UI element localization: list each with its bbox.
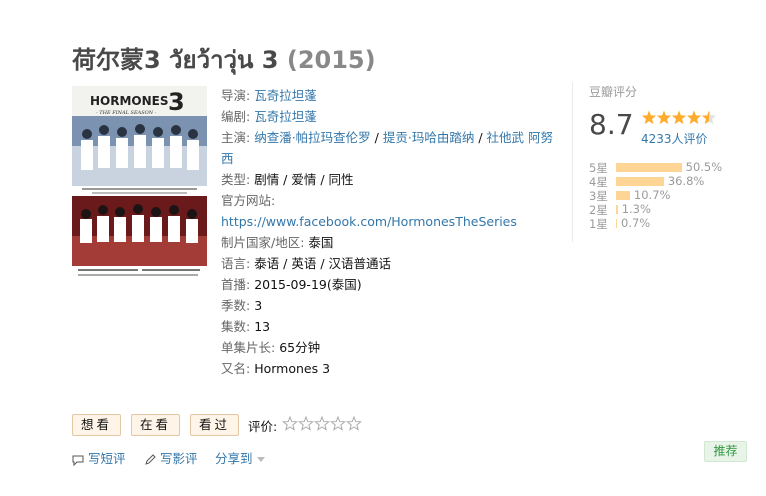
rate-stars[interactable] — [282, 416, 364, 432]
cast-separator: / — [474, 130, 487, 145]
genre-row: 类型: 剧情 / 爱情 / 同性 — [221, 169, 561, 190]
empty-star-icon[interactable] — [282, 416, 298, 431]
episodes-label: 集数: — [221, 319, 251, 334]
watching-button[interactable]: 在看 — [131, 414, 180, 436]
star-icon — [641, 110, 657, 125]
cast-row: 主演: 纳查潘·帕拉玛查伦罗 / 提贡·玛哈由踏纳 / 社他武 阿努西 — [221, 127, 561, 169]
runtime-label: 单集片长: — [221, 340, 276, 355]
seasons-value: 3 — [254, 298, 263, 313]
distribution-bar — [616, 177, 664, 186]
recommend-button[interactable]: 推荐 — [704, 441, 747, 462]
short-review-link[interactable]: 写短评 — [72, 448, 126, 467]
distribution-row: 3星 10.7% — [589, 188, 732, 203]
director-link[interactable]: 瓦奇拉坦蓬 — [254, 88, 317, 103]
distribution-percent: 1.3% — [621, 202, 651, 216]
runtime-value: 65分钟 — [279, 340, 321, 355]
empty-star-icon[interactable] — [298, 416, 314, 431]
distribution-label: 1星 — [589, 217, 608, 231]
distribution-row: 2星 1.3% — [589, 202, 732, 217]
share-link[interactable]: 分享到 — [215, 448, 265, 467]
language-label: 语言: — [221, 256, 251, 271]
comment-icon — [72, 455, 84, 466]
distribution-percent: 36.8% — [667, 174, 705, 188]
director-row: 导演: 瓦奇拉坦蓬 — [221, 85, 561, 106]
rating-panel: 豆瓣评分 8.7 4233人评价 5星 50.5% 4星 36.8% 3星 10.7% 2星… — [572, 82, 732, 242]
writer-row: 编剧: 瓦奇拉坦蓬 — [221, 106, 561, 127]
distribution-bar — [616, 191, 630, 200]
aka-value: Hormones 3 — [254, 361, 331, 376]
premiere-label: 首播: — [221, 277, 251, 292]
cast-link[interactable]: 提贡·玛哈由踏纳 — [383, 130, 474, 145]
distribution-row: 1星 0.7% — [589, 216, 732, 231]
score-row: 8.7 4233人评价 — [589, 106, 732, 150]
poster-image[interactable]: HORMONES 3 - THE FINAL SEASON - — [72, 86, 207, 280]
distribution-row: 5星 50.5% — [589, 160, 732, 175]
title-main: 荷尔蒙3 วัยว้าวุ่น 3 — [72, 46, 279, 74]
distribution-percent: 10.7% — [633, 188, 671, 202]
writer-label: 编剧: — [221, 109, 251, 124]
poster-title-text: HORMONES — [90, 94, 169, 108]
star-icon — [656, 110, 672, 125]
country-row: 制片国家/地区: 泰国 — [221, 232, 561, 253]
country-label: 制片国家/地区: — [221, 235, 305, 250]
genre-value: 剧情 / 爱情 / 同性 — [254, 172, 354, 187]
episodes-row: 集数: 13 — [221, 316, 561, 337]
cast-link[interactable]: 纳查潘·帕拉玛查伦罗 — [254, 130, 370, 145]
watched-button[interactable]: 看过 — [190, 414, 239, 436]
genre-label: 类型: — [221, 172, 251, 187]
rate-label: 评价: — [248, 419, 278, 434]
rating-score: 8.7 — [589, 108, 634, 141]
star-icon — [701, 110, 717, 125]
poster-number-text: 3 — [168, 88, 185, 116]
seasons-row: 季数: 3 — [221, 295, 561, 316]
empty-star-icon[interactable] — [346, 416, 362, 431]
want-button[interactable]: 想看 — [72, 414, 121, 436]
votes-link[interactable]: 4233人评价 — [641, 130, 708, 147]
rating-stars — [641, 110, 717, 125]
director-label: 导演: — [221, 88, 251, 103]
page-title: 荷尔蒙3 วัยว้าวุ่น 3 (2015) — [72, 40, 376, 79]
review-link[interactable]: 写影评 — [144, 448, 198, 467]
chevron-down-icon — [256, 457, 265, 462]
premiere-value: 2015-09-19(泰国) — [254, 277, 362, 292]
distribution-percent: 50.5% — [685, 160, 723, 174]
website-link[interactable]: https://www.facebook.com/HormonesTheSeri… — [221, 214, 517, 229]
writer-link[interactable]: 瓦奇拉坦蓬 — [254, 109, 317, 124]
website-row: 官方网站: — [221, 190, 561, 211]
star-icon — [671, 110, 687, 125]
premiere-row: 首播: 2015-09-19(泰国) — [221, 274, 561, 295]
cast-label: 主演: — [221, 130, 251, 145]
website-row-link: https://www.facebook.com/HormonesTheSeri… — [221, 211, 561, 232]
star-icon — [686, 110, 702, 125]
rating-label: 豆瓣评分 — [589, 85, 638, 99]
poster-subtitle-text: - THE FINAL SEASON - — [96, 110, 157, 116]
pencil-icon — [145, 453, 156, 465]
website-label: 官方网站: — [221, 193, 276, 208]
language-row: 语言: 泰语 / 英语 / 汉语普通话 — [221, 253, 561, 274]
aka-label: 又名: — [221, 361, 251, 376]
share-label: 分享到 — [215, 451, 253, 466]
distribution-bar — [616, 205, 618, 214]
info-panel: 导演: 瓦奇拉坦蓬 编剧: 瓦奇拉坦蓬 主演: 纳查潘·帕拉玛查伦罗 / 提贡·… — [221, 85, 561, 379]
distribution-row: 4星 36.8% — [589, 174, 732, 189]
empty-star-icon[interactable] — [314, 416, 330, 431]
rating-distribution: 5星 50.5% 4星 36.8% 3星 10.7% 2星 1.3% 1星 0.7% — [589, 160, 732, 231]
title-year: (2015) — [286, 46, 376, 74]
country-value: 泰国 — [308, 235, 334, 250]
runtime-row: 单集片长: 65分钟 — [221, 337, 561, 358]
poster-artwork: HORMONES 3 - THE FINAL SEASON - — [72, 86, 207, 280]
cast-separator: / — [370, 130, 383, 145]
language-value: 泰语 / 英语 / 汉语普通话 — [254, 256, 392, 271]
distribution-percent: 0.7% — [621, 216, 651, 230]
seasons-label: 季数: — [221, 298, 251, 313]
short-review-label: 写短评 — [88, 451, 126, 466]
episodes-value: 13 — [254, 319, 271, 334]
distribution-bar — [616, 163, 682, 172]
review-label: 写影评 — [160, 451, 198, 466]
empty-star-icon[interactable] — [330, 416, 346, 431]
aka-row: 又名: Hormones 3 — [221, 358, 561, 379]
distribution-bar — [616, 219, 617, 228]
